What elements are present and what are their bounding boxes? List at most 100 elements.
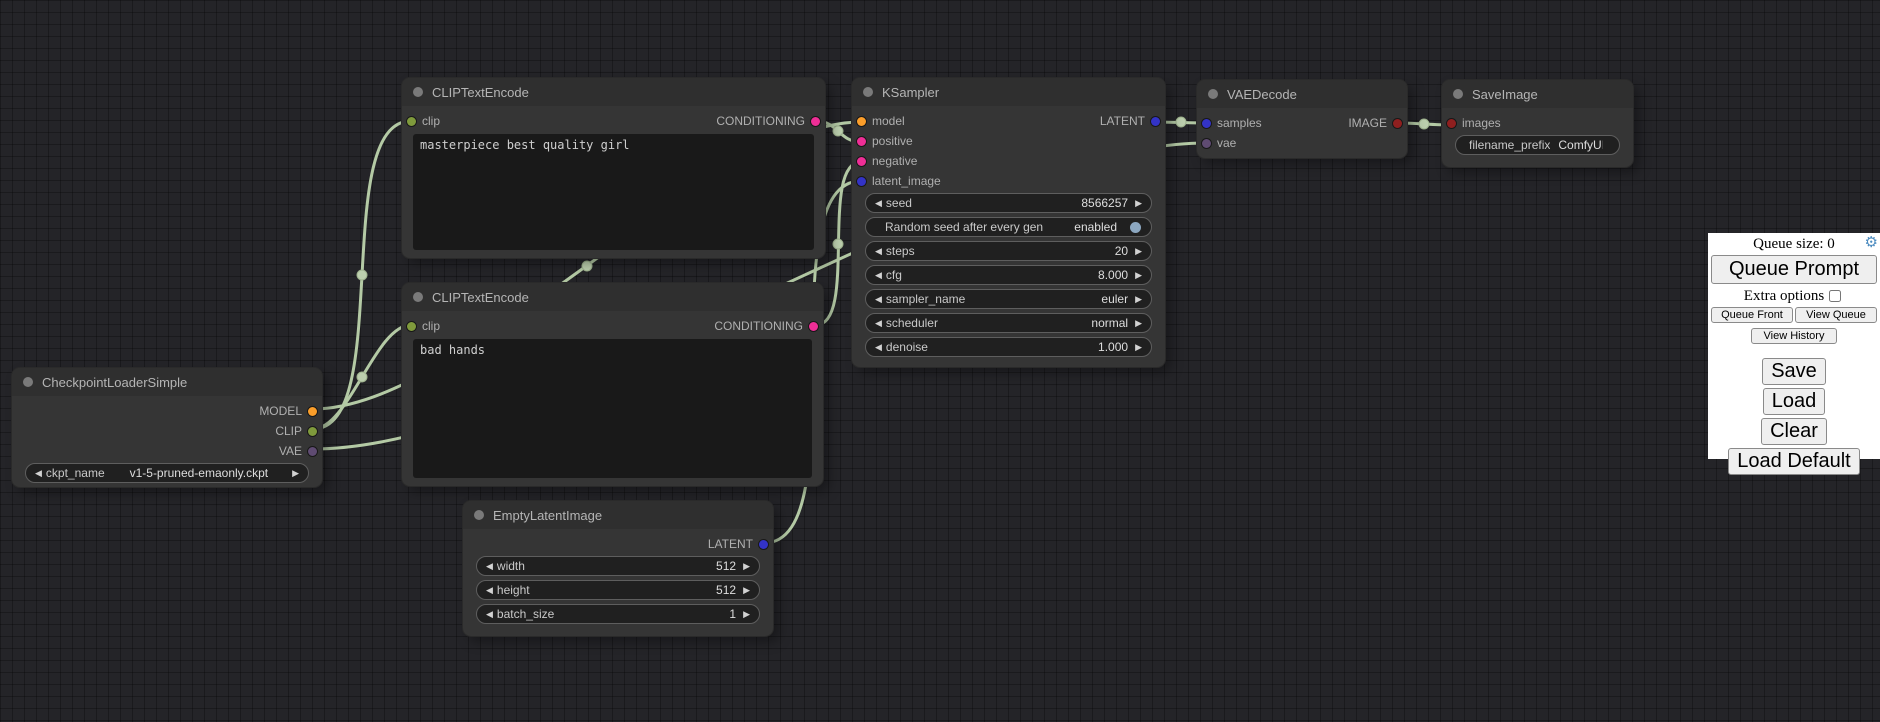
node-vae-decode[interactable]: VAEDecode samples IMAGE vae xyxy=(1197,80,1407,158)
output-slot-LATENT[interactable]: LATENT xyxy=(1100,114,1160,128)
input-slot-clip[interactable]: clip xyxy=(407,114,440,128)
widget-increment-icon[interactable]: ▶ xyxy=(1135,319,1142,328)
widget-batch_size[interactable]: ◀batch_size1▶ xyxy=(476,604,760,624)
node-title-bar[interactable]: EmptyLatentImage xyxy=(463,501,773,529)
input-slot-dot-icon[interactable] xyxy=(857,117,866,126)
widget-increment-icon[interactable]: ▶ xyxy=(1135,343,1142,352)
settings-gear-icon[interactable]: ⚙ xyxy=(1865,236,1878,251)
output-slot-dot-icon[interactable] xyxy=(1151,117,1160,126)
widget-cfg[interactable]: ◀cfg8.000▶ xyxy=(865,265,1152,285)
collapse-dot-icon[interactable] xyxy=(23,377,33,387)
output-slot-LATENT[interactable]: LATENT xyxy=(708,537,768,551)
widget-filename_prefix[interactable]: filename_prefixComfyUI xyxy=(1455,135,1620,155)
input-slot-samples[interactable]: samples xyxy=(1202,116,1262,130)
node-title-bar[interactable]: CLIPTextEncode xyxy=(402,283,823,311)
collapse-dot-icon[interactable] xyxy=(413,292,423,302)
widget-decrement-icon[interactable]: ◀ xyxy=(875,295,882,304)
widget-random-seed-after-every-gen[interactable]: Random seed after every genenabled xyxy=(865,217,1152,237)
prompt-textarea[interactable] xyxy=(413,339,812,478)
output-slot-VAE[interactable]: VAE xyxy=(279,444,317,458)
input-slot-dot-icon[interactable] xyxy=(1447,119,1456,128)
input-slot-clip[interactable]: clip xyxy=(407,319,440,333)
output-slot-dot-icon[interactable] xyxy=(308,427,317,436)
widget-decrement-icon[interactable]: ◀ xyxy=(875,319,882,328)
node-empty-latent-image[interactable]: EmptyLatentImage LATENT ◀width512▶ ◀height5… xyxy=(463,501,773,636)
widget-decrement-icon[interactable]: ◀ xyxy=(875,271,882,280)
node-title-bar[interactable]: VAEDecode xyxy=(1197,80,1407,108)
graph-canvas[interactable]: Queue size: 0 ⚙ Queue Prompt Extra optio… xyxy=(0,0,1880,722)
node-save-image[interactable]: SaveImageimagesfilename_prefixComfyUI xyxy=(1442,80,1633,167)
node-title-bar[interactable]: CLIPTextEncode xyxy=(402,78,825,106)
output-slot-dot-icon[interactable] xyxy=(1393,119,1402,128)
widget-steps[interactable]: ◀steps20▶ xyxy=(865,241,1152,261)
output-slot-CONDITIONING[interactable]: CONDITIONING xyxy=(714,319,818,333)
output-slot-dot-icon[interactable] xyxy=(811,117,820,126)
widget-increment-icon[interactable]: ▶ xyxy=(743,586,750,595)
widget-decrement-icon[interactable]: ◀ xyxy=(486,610,493,619)
input-slot-images[interactable]: images xyxy=(1447,116,1501,130)
widget-ckpt_name[interactable]: ◀ckpt_namev1-5-pruned-emaonly.ckpt▶ xyxy=(25,463,309,483)
widget-increment-icon[interactable]: ▶ xyxy=(1135,199,1142,208)
input-slot-dot-icon[interactable] xyxy=(857,177,866,186)
extra-options-checkbox[interactable] xyxy=(1829,290,1841,302)
view-history-button[interactable]: View History xyxy=(1751,328,1838,344)
input-slot-dot-icon[interactable] xyxy=(1202,139,1211,148)
widget-increment-icon[interactable]: ▶ xyxy=(743,562,750,571)
input-slot-dot-icon[interactable] xyxy=(857,137,866,146)
input-slot-negative[interactable]: negative xyxy=(857,154,917,168)
output-slot-dot-icon[interactable] xyxy=(759,540,768,549)
output-slot-dot-icon[interactable] xyxy=(308,407,317,416)
toggle-on-icon[interactable] xyxy=(1130,222,1141,233)
output-slot-CLIP[interactable]: CLIP xyxy=(275,424,317,438)
output-slot-dot-icon[interactable] xyxy=(308,447,317,456)
widget-increment-icon[interactable]: ▶ xyxy=(1135,271,1142,280)
widget-scheduler[interactable]: ◀schedulernormal▶ xyxy=(865,313,1152,333)
load-default-button[interactable]: Load Default xyxy=(1728,448,1859,475)
input-slot-positive[interactable]: positive xyxy=(857,134,913,148)
collapse-dot-icon[interactable] xyxy=(1453,89,1463,99)
node-title-bar[interactable]: CheckpointLoaderSimple xyxy=(12,368,322,396)
clear-button[interactable]: Clear xyxy=(1761,418,1827,445)
collapse-dot-icon[interactable] xyxy=(863,87,873,97)
node-clip-text-encode-negative[interactable]: CLIPTextEncode clip CONDITIONING xyxy=(402,283,823,486)
widget-decrement-icon[interactable]: ◀ xyxy=(875,343,882,352)
save-button[interactable]: Save xyxy=(1762,358,1826,385)
node-clip-text-encode-positive[interactable]: CLIPTextEncode clip CONDITIONING xyxy=(402,78,825,258)
view-queue-button[interactable]: View Queue xyxy=(1795,307,1877,323)
widget-decrement-icon[interactable]: ◀ xyxy=(35,469,42,478)
widget-seed[interactable]: ◀seed8566257▶ xyxy=(865,193,1152,213)
output-slot-IMAGE[interactable]: IMAGE xyxy=(1348,116,1402,130)
widget-decrement-icon[interactable]: ◀ xyxy=(875,247,882,256)
input-slot-dot-icon[interactable] xyxy=(1202,119,1211,128)
widget-increment-icon[interactable]: ▶ xyxy=(292,469,299,478)
widget-increment-icon[interactable]: ▶ xyxy=(1135,295,1142,304)
widget-increment-icon[interactable]: ▶ xyxy=(1135,247,1142,256)
output-slot-dot-icon[interactable] xyxy=(809,322,818,331)
widget-width[interactable]: ◀width512▶ xyxy=(476,556,760,576)
input-slot-latent_image[interactable]: latent_image xyxy=(857,174,941,188)
input-slot-dot-icon[interactable] xyxy=(407,117,416,126)
output-slot-MODEL[interactable]: MODEL xyxy=(259,404,317,418)
node-checkpoint-loader-simple[interactable]: CheckpointLoaderSimple MODEL CLIP VAE ◀ckpt_… xyxy=(12,368,322,487)
widget-sampler_name[interactable]: ◀sampler_nameeuler▶ xyxy=(865,289,1152,309)
queue-prompt-button[interactable]: Queue Prompt xyxy=(1711,255,1877,284)
widget-decrement-icon[interactable]: ◀ xyxy=(486,586,493,595)
collapse-dot-icon[interactable] xyxy=(474,510,484,520)
output-slot-CONDITIONING[interactable]: CONDITIONING xyxy=(716,114,820,128)
node-title-bar[interactable]: KSampler xyxy=(852,78,1165,106)
load-button[interactable]: Load xyxy=(1763,388,1826,415)
node-ksampler[interactable]: KSampler model LATENT positive negative laten… xyxy=(852,78,1165,367)
input-slot-model[interactable]: model xyxy=(857,114,905,128)
input-slot-dot-icon[interactable] xyxy=(407,322,416,331)
widget-height[interactable]: ◀height512▶ xyxy=(476,580,760,600)
widget-decrement-icon[interactable]: ◀ xyxy=(486,562,493,571)
prompt-textarea[interactable] xyxy=(413,134,814,250)
queue-front-button[interactable]: Queue Front xyxy=(1711,307,1793,323)
input-slot-vae[interactable]: vae xyxy=(1202,136,1236,150)
widget-increment-icon[interactable]: ▶ xyxy=(743,610,750,619)
collapse-dot-icon[interactable] xyxy=(413,87,423,97)
collapse-dot-icon[interactable] xyxy=(1208,89,1218,99)
widget-decrement-icon[interactable]: ◀ xyxy=(875,199,882,208)
widget-denoise[interactable]: ◀denoise1.000▶ xyxy=(865,337,1152,357)
input-slot-dot-icon[interactable] xyxy=(857,157,866,166)
